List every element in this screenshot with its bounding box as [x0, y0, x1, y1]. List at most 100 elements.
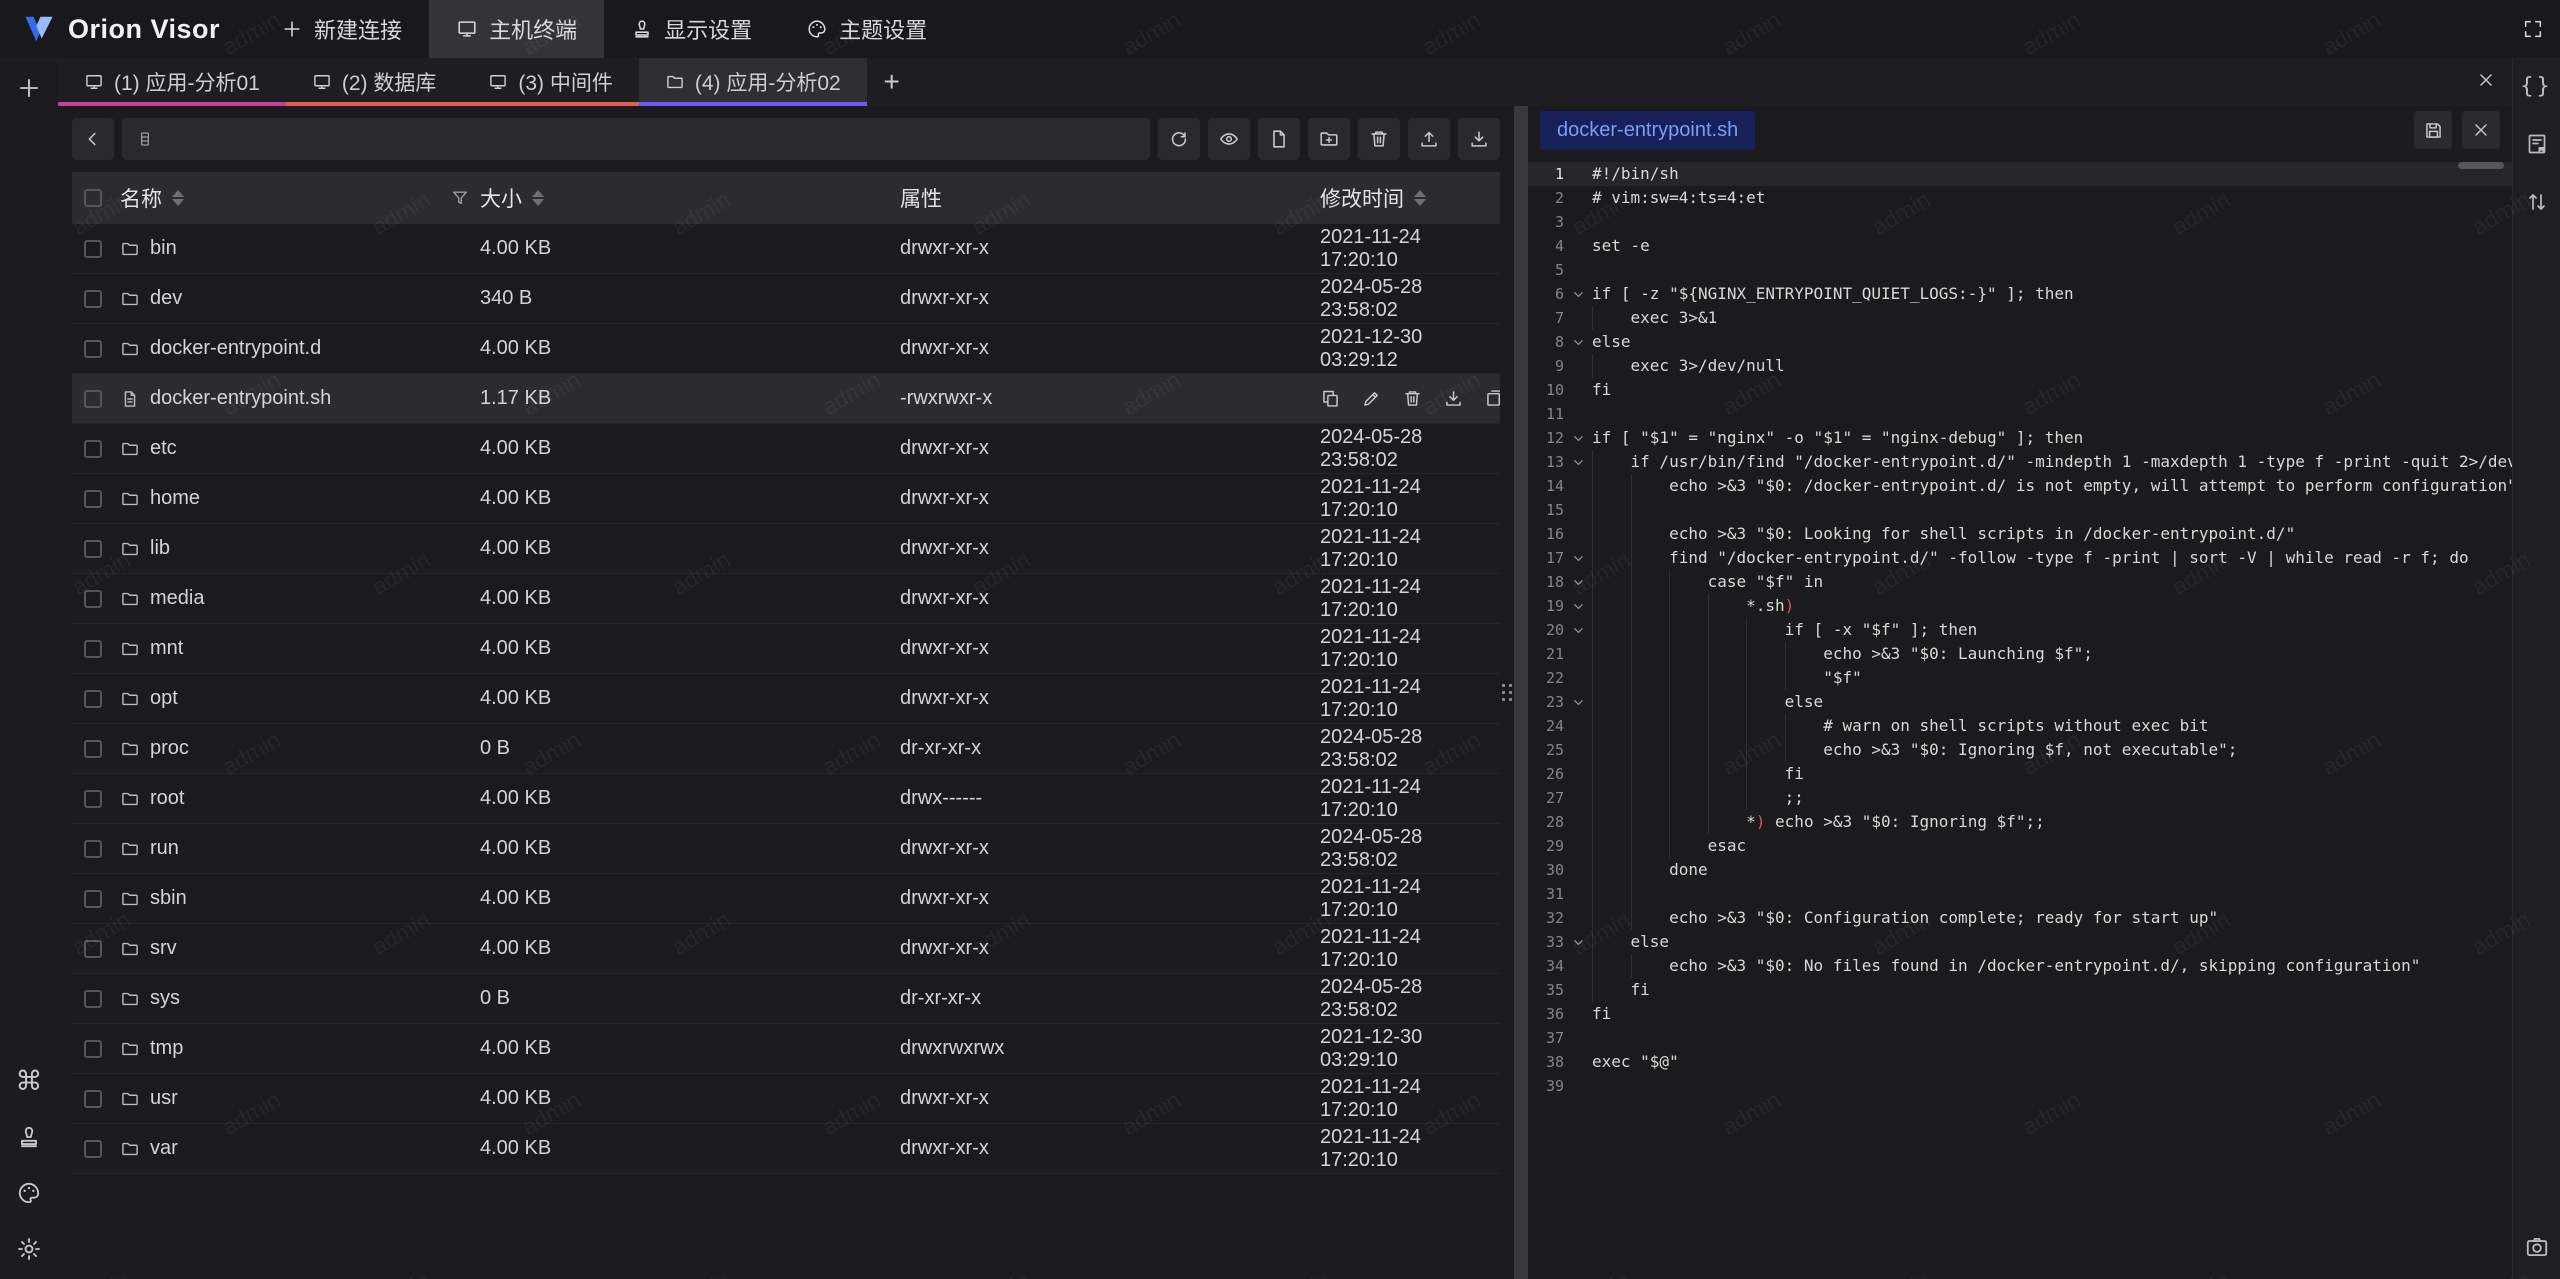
shortcut-keys-button[interactable]: ⌘ — [9, 1061, 49, 1101]
fold-chevron-icon[interactable] — [1564, 618, 1592, 642]
file-row-opt[interactable]: opt4.00 KBdrwxr-xr-x2021-11-24 17:20:10 — [72, 674, 1500, 724]
command-snippets-button[interactable] — [2519, 126, 2555, 162]
file-row-root[interactable]: root4.00 KBdrwx------2021-11-24 17:20:10 — [72, 774, 1500, 824]
upload-button[interactable] — [1408, 118, 1450, 160]
fold-chevron-icon[interactable] — [1564, 690, 1592, 714]
add-tab-button[interactable]: + — [867, 58, 917, 106]
row-checkbox[interactable] — [84, 1090, 102, 1108]
edit-icon[interactable] — [1361, 388, 1382, 409]
row-checkbox[interactable] — [84, 990, 102, 1008]
file-row-media[interactable]: media4.00 KBdrwxr-xr-x2021-11-24 17:20:1… — [72, 574, 1500, 624]
download-button[interactable] — [1458, 118, 1500, 160]
fold-chevron-icon[interactable] — [1564, 426, 1592, 450]
row-checkbox[interactable] — [84, 790, 102, 808]
file-row-docker-entrypoint.d[interactable]: docker-entrypoint.d4.00 KBdrwxr-xr-x2021… — [72, 324, 1500, 374]
fold-chevron-icon[interactable] — [1564, 594, 1592, 618]
save-button[interactable] — [2414, 111, 2452, 149]
row-checkbox[interactable] — [84, 590, 102, 608]
row-checkbox[interactable] — [84, 340, 102, 358]
row-checkbox[interactable] — [84, 240, 102, 258]
row-checkbox[interactable] — [84, 640, 102, 658]
row-checkbox[interactable] — [84, 740, 102, 758]
select-all-checkbox[interactable] — [84, 189, 102, 207]
indent-guide — [1669, 642, 1708, 666]
screenshot-button[interactable] — [2519, 1229, 2555, 1265]
refresh-button[interactable] — [1158, 118, 1200, 160]
session-tab-1[interactable]: (1) 应用-分析01 — [58, 58, 286, 106]
row-checkbox[interactable] — [84, 490, 102, 508]
move-icon[interactable] — [1484, 388, 1500, 409]
row-checkbox[interactable] — [84, 690, 102, 708]
fold-chevron-icon[interactable] — [1564, 282, 1592, 306]
row-checkbox[interactable] — [84, 840, 102, 858]
delete-icon[interactable] — [1402, 388, 1423, 409]
sort-icon[interactable] — [1414, 190, 1426, 206]
fold-chevron-icon[interactable] — [1564, 546, 1592, 570]
row-checkbox[interactable] — [84, 1040, 102, 1058]
row-checkbox[interactable] — [84, 540, 102, 558]
session-tab-4[interactable]: (4) 应用-分析02 — [639, 58, 867, 106]
row-checkbox[interactable] — [84, 1140, 102, 1158]
delete-button[interactable] — [1358, 118, 1400, 160]
file-row-sys[interactable]: sys0 Bdr-xr-xr-x2024-05-28 23:58:02 — [72, 974, 1500, 1024]
fold-chevron-icon[interactable] — [1564, 330, 1592, 354]
path-input[interactable] — [164, 128, 1136, 151]
row-checkbox[interactable] — [84, 290, 102, 308]
sort-icon[interactable] — [172, 190, 184, 206]
file-row-mnt[interactable]: mnt4.00 KBdrwxr-xr-x2021-11-24 17:20:10 — [72, 624, 1500, 674]
menu-item-2[interactable]: 显示设置 — [604, 0, 779, 58]
file-row-run[interactable]: run4.00 KBdrwxr-xr-x2024-05-28 23:58:02 — [72, 824, 1500, 874]
transfer-list-button[interactable] — [2519, 184, 2555, 220]
menu-item-0[interactable]: 新建连接 — [254, 0, 429, 58]
file-row-usr[interactable]: usr4.00 KBdrwxr-xr-x2021-11-24 17:20:10 — [72, 1074, 1500, 1124]
download-icon[interactable] — [1443, 388, 1464, 409]
menu-item-1[interactable]: 主机终端 — [429, 0, 604, 58]
file-row-dev[interactable]: dev340 Bdrwxr-xr-x2024-05-28 23:58:02 — [72, 274, 1500, 324]
code-area[interactable]: 1#!/bin/sh2# vim:sw=4:ts=4:et34set -e56i… — [1528, 154, 2512, 1279]
editor-scrollbar-thumb[interactable] — [2458, 162, 2504, 169]
sort-icon[interactable] — [532, 190, 544, 206]
theme-settings-button[interactable] — [9, 1173, 49, 1213]
file-mtime-cell: 2024-05-28 23:58:02 — [1320, 426, 1500, 472]
close-editor-button[interactable] — [2462, 111, 2500, 149]
fold-chevron-icon[interactable] — [1564, 930, 1592, 954]
file-row-lib[interactable]: lib4.00 KBdrwxr-xr-x2021-11-24 17:20:10 — [72, 524, 1500, 574]
file-row-var[interactable]: var4.00 KBdrwxr-xr-x2021-11-24 17:20:10 — [72, 1124, 1500, 1174]
code-text: echo >&3 "$0: Configuration complete; re… — [1592, 906, 2512, 930]
row-checkbox[interactable] — [84, 440, 102, 458]
fold-chevron-icon[interactable] — [1564, 450, 1592, 474]
row-checkbox[interactable] — [84, 890, 102, 908]
row-checkbox[interactable] — [84, 390, 102, 408]
settings-button[interactable] — [9, 1229, 49, 1269]
file-row-docker-entrypoint.sh[interactable]: docker-entrypoint.sh1.17 KB-rwxrwxr-x — [72, 374, 1500, 424]
session-tab-3[interactable]: (3) 中间件 — [462, 58, 639, 106]
back-button[interactable] — [72, 118, 114, 160]
file-attrs: drwxr-xr-x — [900, 537, 989, 560]
file-row-tmp[interactable]: tmp4.00 KBdrwxrwxrwx2021-12-30 03:29:10 — [72, 1024, 1500, 1074]
indent-guide — [1592, 810, 1631, 834]
copy-icon[interactable] — [1320, 388, 1341, 409]
file-row-srv[interactable]: srv4.00 KBdrwxr-xr-x2021-11-24 17:20:10 — [72, 924, 1500, 974]
new-file-button[interactable] — [1258, 118, 1300, 160]
splitter-drag-handle[interactable] — [1502, 673, 1512, 713]
row-checkbox[interactable] — [84, 940, 102, 958]
new-folder-button[interactable] — [1308, 118, 1350, 160]
new-connection-button[interactable] — [9, 68, 49, 108]
panel-splitter[interactable] — [1514, 106, 1528, 1279]
display-settings-button[interactable] — [9, 1117, 49, 1157]
session-tab-2[interactable]: (2) 数据库 — [286, 58, 463, 106]
editor-file-tab[interactable]: docker-entrypoint.sh — [1540, 111, 1755, 150]
menu-item-3[interactable]: 主题设置 — [779, 0, 954, 58]
fullscreen-button[interactable] — [2506, 0, 2560, 58]
file-row-home[interactable]: home4.00 KBdrwxr-xr-x2021-11-24 17:20:10 — [72, 474, 1500, 524]
terminal-variables-button[interactable]: {} — [2519, 68, 2555, 104]
file-row-sbin[interactable]: sbin4.00 KBdrwxr-xr-x2021-11-24 17:20:10 — [72, 874, 1500, 924]
filter-icon[interactable] — [450, 188, 470, 208]
file-name-cell: run — [120, 837, 480, 860]
file-row-etc[interactable]: etc4.00 KBdrwxr-xr-x2024-05-28 23:58:02 — [72, 424, 1500, 474]
close-all-tabs-button[interactable] — [2476, 70, 2496, 95]
file-row-bin[interactable]: bin4.00 KBdrwxr-xr-x2021-11-24 17:20:10 — [72, 224, 1500, 274]
fold-chevron-icon[interactable] — [1564, 570, 1592, 594]
file-row-proc[interactable]: proc0 Bdr-xr-xr-x2024-05-28 23:58:02 — [72, 724, 1500, 774]
show-hidden-files-button[interactable] — [1208, 118, 1250, 160]
